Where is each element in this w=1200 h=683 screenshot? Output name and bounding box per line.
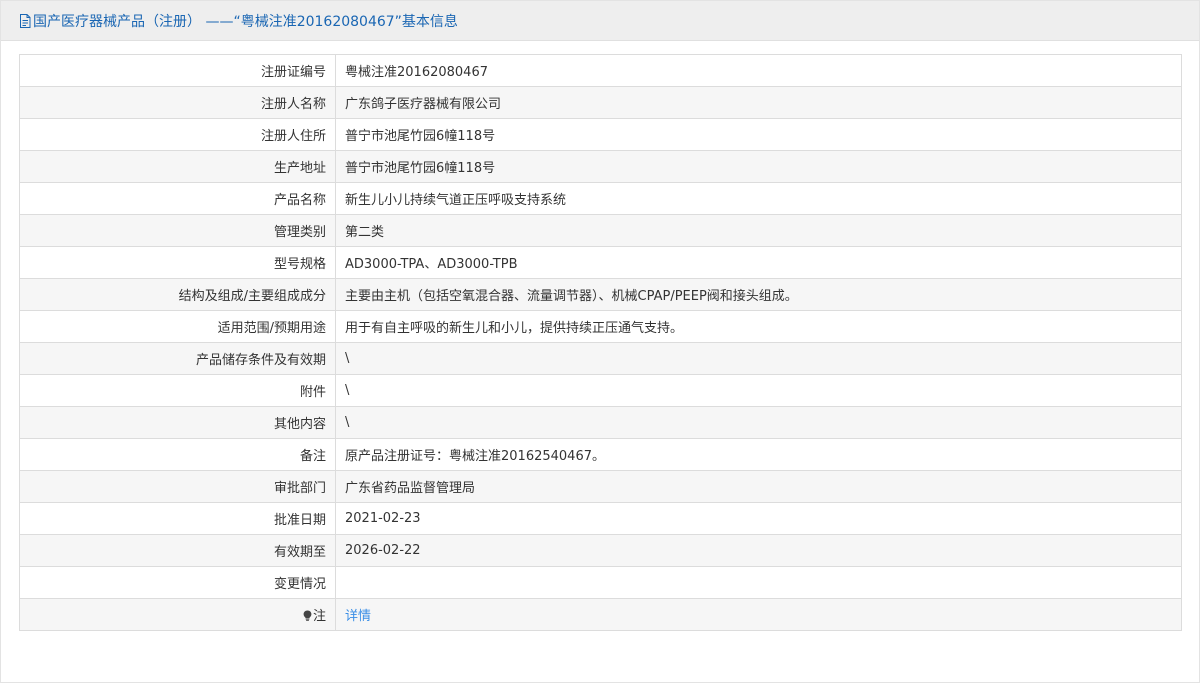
row-label: 生产地址 bbox=[19, 150, 336, 183]
row-label: 产品名称 bbox=[19, 182, 336, 215]
row-label: 有效期至 bbox=[19, 534, 336, 567]
row-value: 用于有自主呼吸的新生儿和小儿，提供持续正压通气支持。 bbox=[335, 310, 1182, 343]
note-value-cell: 详情 bbox=[335, 598, 1182, 631]
info-table: 注册证编号 粤械注准20162080467 注册人名称 广东鸽子医疗器械有限公司… bbox=[19, 54, 1182, 631]
table-row: 附件 \ bbox=[19, 374, 1182, 407]
table-row: 备注 原产品注册证号：粤械注准20162540467。 bbox=[19, 438, 1182, 471]
row-value: \ bbox=[335, 406, 1182, 439]
row-label: 其他内容 bbox=[19, 406, 336, 439]
table-row: 有效期至 2026-02-22 bbox=[19, 534, 1182, 567]
panel-header: 国产医疗器械产品（注册） ——“粤械注准20162080467”基本信息 bbox=[1, 1, 1199, 41]
row-value: 普宁市池尾竹园6幢118号 bbox=[335, 150, 1182, 183]
row-value: \ bbox=[335, 374, 1182, 407]
row-label: 结构及组成/主要组成成分 bbox=[19, 278, 336, 311]
row-value: 广东鸽子医疗器械有限公司 bbox=[335, 86, 1182, 119]
table-row: 注册人名称 广东鸽子医疗器械有限公司 bbox=[19, 86, 1182, 119]
note-label-cell: 注 bbox=[19, 598, 336, 631]
table-row: 结构及组成/主要组成成分 主要由主机（包括空氧混合器、流量调节器）、机械CPAP… bbox=[19, 278, 1182, 311]
document-icon bbox=[19, 13, 31, 28]
table-row: 注册人住所 普宁市池尾竹园6幢118号 bbox=[19, 118, 1182, 151]
table-row: 型号规格 AD3000-TPA、AD3000-TPB bbox=[19, 246, 1182, 279]
row-label: 注册人住所 bbox=[19, 118, 336, 151]
table-row: 产品储存条件及有效期 \ bbox=[19, 342, 1182, 375]
details-link[interactable]: 详情 bbox=[345, 609, 371, 624]
table-row: 管理类别 第二类 bbox=[19, 214, 1182, 247]
row-label: 产品储存条件及有效期 bbox=[19, 342, 336, 375]
row-label: 批准日期 bbox=[19, 502, 336, 535]
table-row: 生产地址 普宁市池尾竹园6幢118号 bbox=[19, 150, 1182, 183]
row-label: 注册证编号 bbox=[19, 54, 336, 87]
row-value: 第二类 bbox=[335, 214, 1182, 247]
page-title: 国产医疗器械产品（注册） ——“粤械注准20162080467”基本信息 bbox=[33, 13, 458, 30]
table-row: 批准日期 2021-02-23 bbox=[19, 502, 1182, 535]
row-value: 原产品注册证号：粤械注准20162540467。 bbox=[335, 438, 1182, 471]
row-value: 新生儿小儿持续气道正压呼吸支持系统 bbox=[335, 182, 1182, 215]
row-value bbox=[335, 566, 1182, 599]
row-value: 2026-02-22 bbox=[335, 534, 1182, 567]
row-value: 主要由主机（包括空氧混合器、流量调节器）、机械CPAP/PEEP阀和接头组成。 bbox=[335, 278, 1182, 311]
row-label: 管理类别 bbox=[19, 214, 336, 247]
row-value: 2021-02-23 bbox=[335, 502, 1182, 535]
row-value: AD3000-TPA、AD3000-TPB bbox=[335, 246, 1182, 279]
table-row: 变更情况 bbox=[19, 566, 1182, 599]
row-value: \ bbox=[335, 342, 1182, 375]
info-panel: 国产医疗器械产品（注册） ——“粤械注准20162080467”基本信息 注册证… bbox=[0, 0, 1200, 683]
row-label: 型号规格 bbox=[19, 246, 336, 279]
row-value: 粤械注准20162080467 bbox=[335, 54, 1182, 87]
table-row: 适用范围/预期用途 用于有自主呼吸的新生儿和小儿，提供持续正压通气支持。 bbox=[19, 310, 1182, 343]
row-label: 适用范围/预期用途 bbox=[19, 310, 336, 343]
row-label: 注册人名称 bbox=[19, 86, 336, 119]
lightbulb-icon bbox=[303, 610, 312, 621]
table-row: 注册证编号 粤械注准20162080467 bbox=[19, 54, 1182, 87]
table-row-note: 注 详情 bbox=[19, 598, 1182, 631]
info-table-body: 注册证编号 粤械注准20162080467 注册人名称 广东鸽子医疗器械有限公司… bbox=[19, 54, 1182, 631]
row-value: 普宁市池尾竹园6幢118号 bbox=[335, 118, 1182, 151]
row-label: 备注 bbox=[19, 438, 336, 471]
note-label: 注 bbox=[312, 609, 326, 624]
row-value: 广东省药品监督管理局 bbox=[335, 470, 1182, 503]
table-row: 其他内容 \ bbox=[19, 406, 1182, 439]
table-row: 审批部门 广东省药品监督管理局 bbox=[19, 470, 1182, 503]
table-row: 产品名称 新生儿小儿持续气道正压呼吸支持系统 bbox=[19, 182, 1182, 215]
row-label: 审批部门 bbox=[19, 470, 336, 503]
row-label: 变更情况 bbox=[19, 566, 336, 599]
row-label: 附件 bbox=[19, 374, 336, 407]
info-table-wrapper: 注册证编号 粤械注准20162080467 注册人名称 广东鸽子医疗器械有限公司… bbox=[19, 54, 1182, 631]
